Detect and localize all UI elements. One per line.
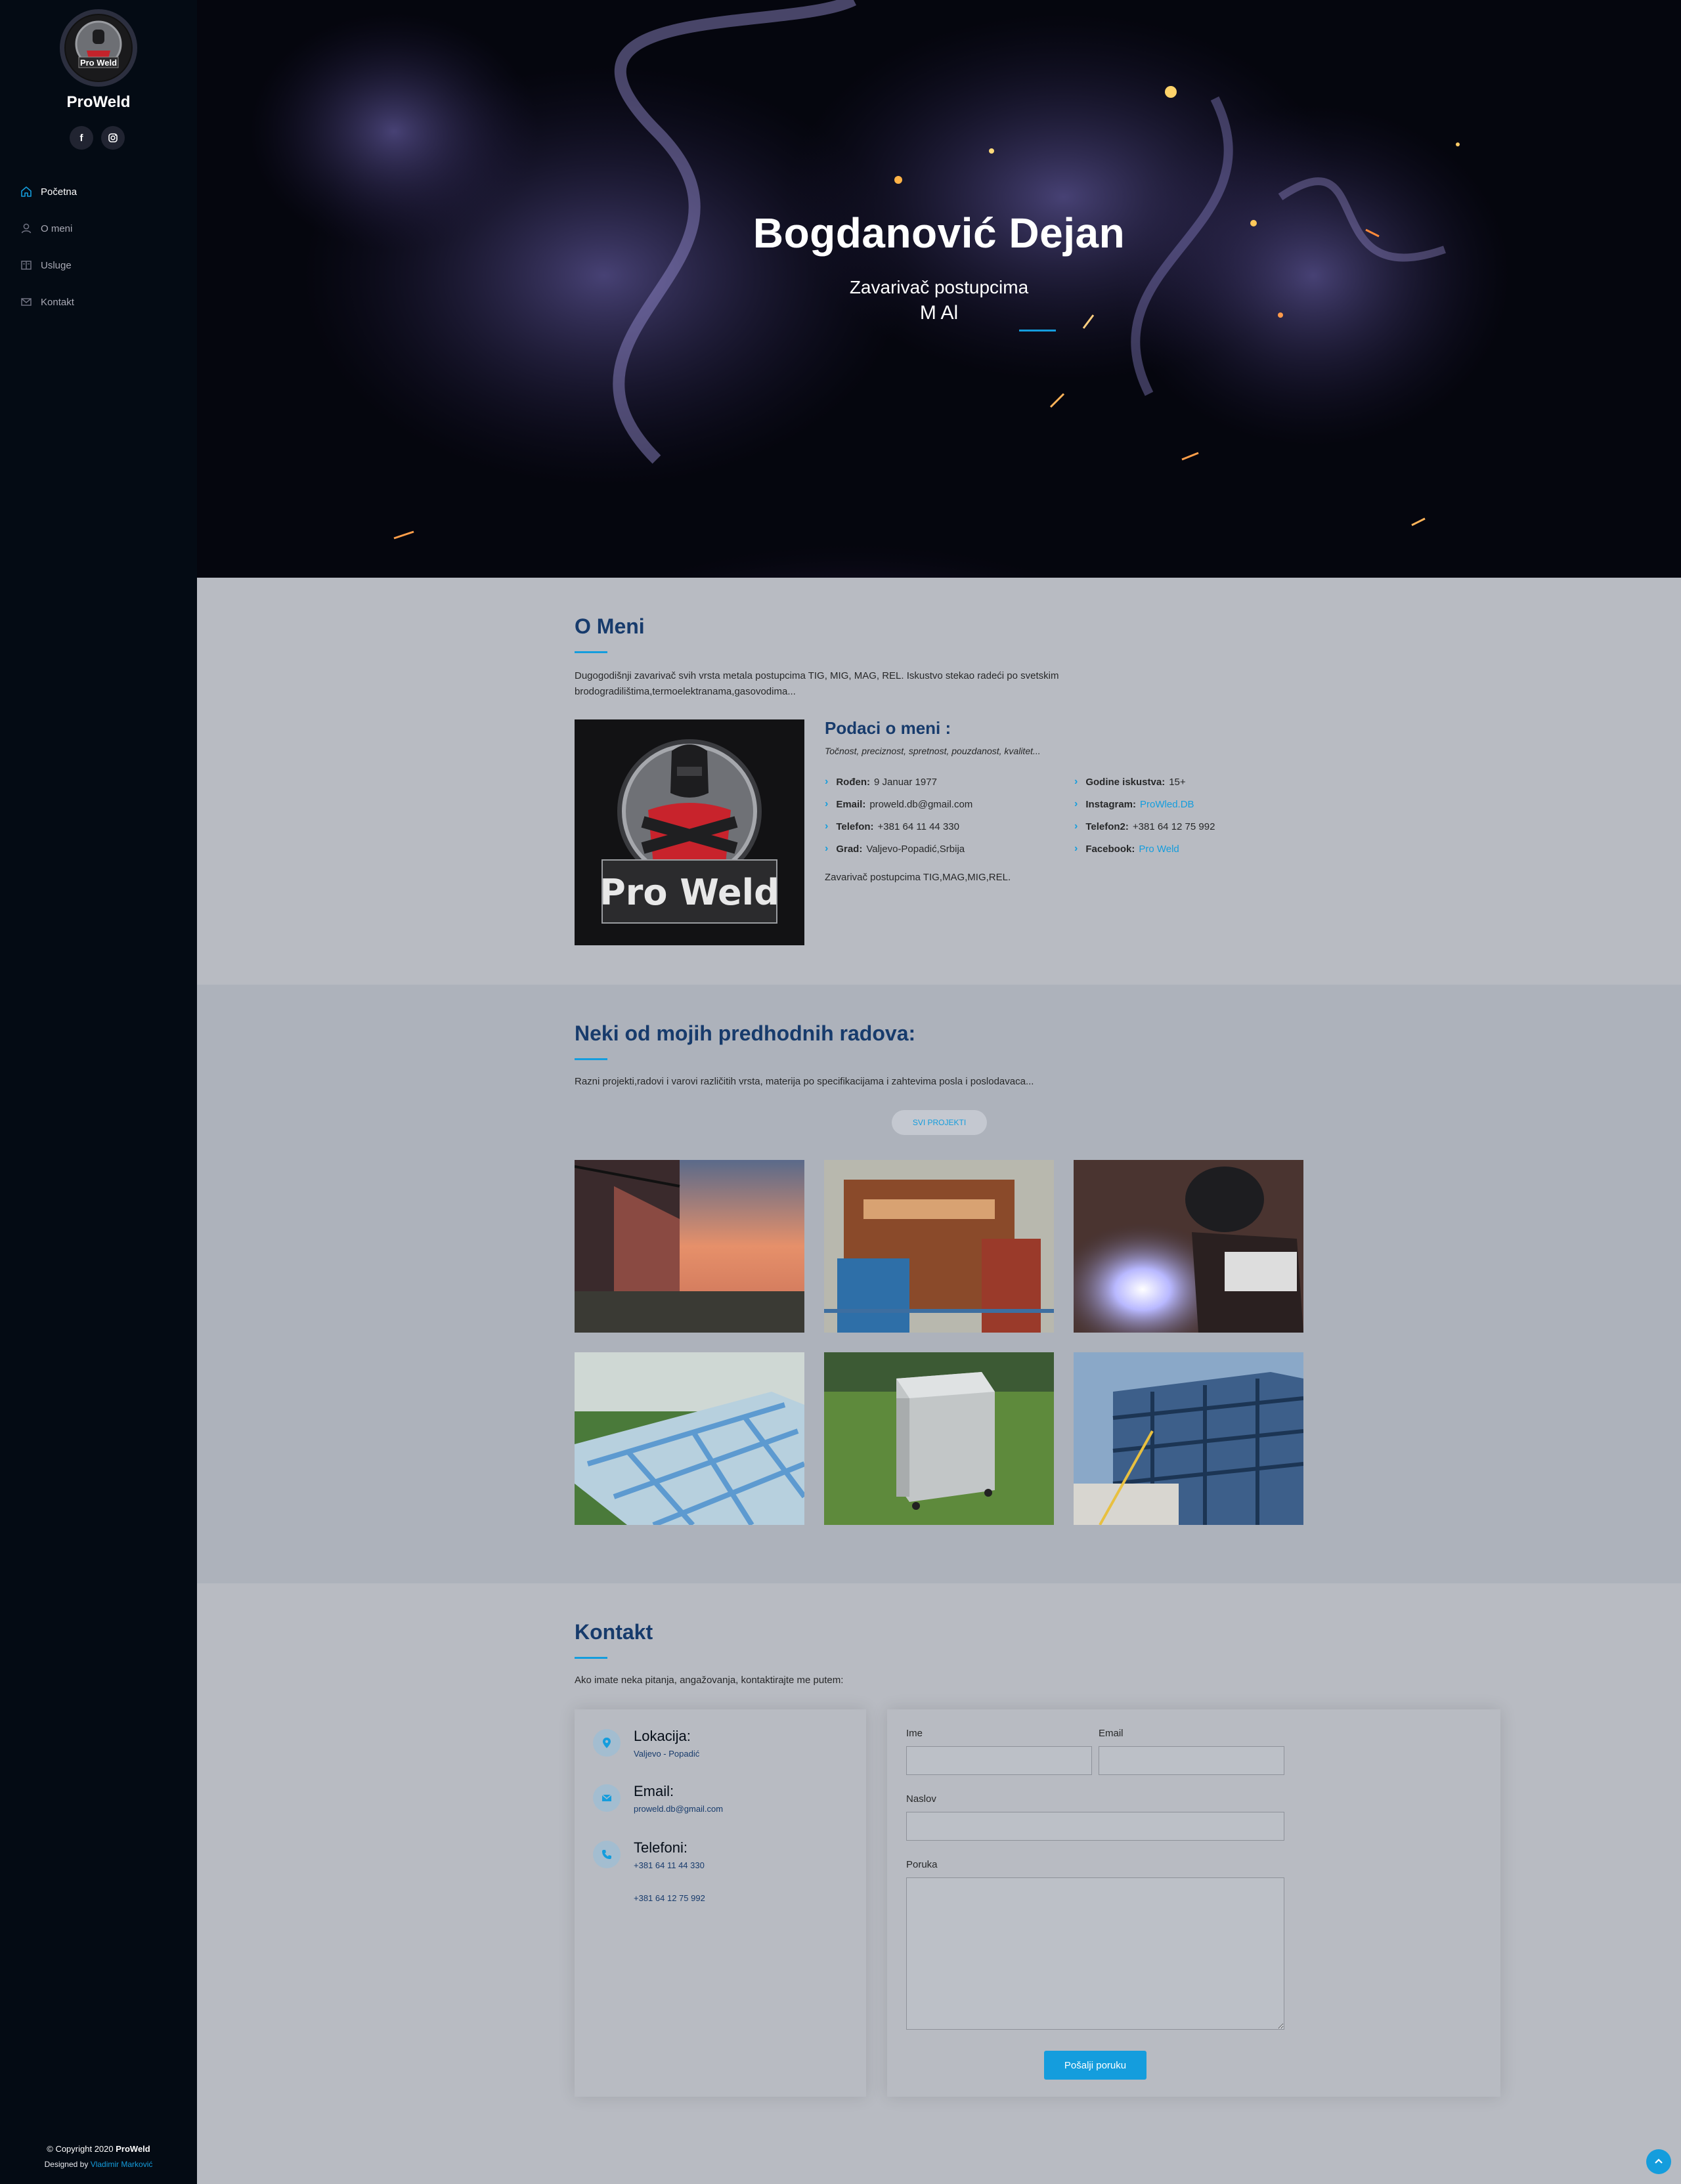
send-message-button[interactable]: Pošalji poruku — [1044, 2051, 1146, 2080]
phones-title: Telefoni: — [634, 1839, 688, 1856]
home-icon — [21, 186, 32, 197]
nav-label: Kontakt — [41, 296, 74, 308]
user-icon — [21, 223, 32, 234]
message-textarea[interactable] — [906, 1877, 1284, 2030]
portfolio-item[interactable] — [575, 1160, 804, 1333]
sidebar: Pro Weld ProWeld f Početna O meni Usluge… — [0, 0, 197, 2184]
subject-label: Naslov — [906, 1793, 936, 1805]
nav-label: Usluge — [41, 259, 72, 271]
info-item-experience: › Godine iskustva: 15+ — [1074, 776, 1186, 788]
portfolio-section: Neki od mojih predhodnih radova: Razni p… — [197, 985, 1681, 1583]
hero-typed-text: M Al — [919, 302, 959, 324]
email-label: Email — [1099, 1728, 1124, 1739]
portfolio-item[interactable] — [575, 1352, 804, 1525]
hero-subtitle: Zavarivač postupcima — [849, 277, 1029, 297]
copyright-brand: ProWeld — [116, 2144, 150, 2154]
phone1-value[interactable]: +381 64 11 44 330 — [634, 1860, 705, 1870]
designed-by: Designed by Vladimir Marković — [0, 2160, 197, 2169]
title-underline — [575, 1657, 607, 1659]
title-underline — [575, 1058, 607, 1060]
copyright-prefix: © Copyright 2020 — [47, 2144, 114, 2154]
designed-prefix: Designed by — [44, 2160, 89, 2169]
social-links: f — [70, 126, 125, 150]
nav-item-pocetna[interactable]: Početna — [20, 173, 77, 210]
info-item-phone2: › Telefon2: +381 64 12 75 992 — [1074, 821, 1215, 832]
book-icon — [21, 261, 32, 270]
about-title: O Meni — [575, 614, 645, 638]
portfolio-item[interactable] — [824, 1160, 1054, 1333]
message-label: Poruka — [906, 1859, 938, 1870]
subject-input[interactable] — [906, 1812, 1284, 1841]
envelope-icon — [593, 1784, 621, 1812]
facebook-link[interactable]: Pro Weld — [1139, 844, 1179, 855]
typed-cursor-line — [1019, 330, 1056, 332]
copyright: © Copyright 2020 ProWeld — [0, 2144, 197, 2154]
instagram-icon[interactable] — [101, 126, 125, 150]
about-section: O Meni Dugogodišnji zavarivač svih vrsta… — [197, 578, 1681, 985]
instagram-link[interactable]: ProWled.DB — [1140, 799, 1194, 810]
info-list-right: › Godine iskustva: 15+ › Instagram: ProWled.… — [1074, 771, 1215, 860]
info-item-email: › Email: proweld.db@gmail.com — [825, 798, 973, 810]
nav-item-o-meni[interactable]: O meni — [20, 210, 77, 247]
nav-item-kontakt[interactable]: Kontakt — [20, 284, 77, 320]
profile-logo[interactable]: Pro Weld — [60, 9, 137, 87]
contact-info-card: Lokacija: Valjevo - Popadić Email: prowe… — [575, 1709, 866, 2097]
nav-item-usluge[interactable]: Usluge — [20, 247, 77, 284]
title-underline — [575, 651, 607, 653]
name-label: Ime — [906, 1728, 923, 1739]
info-item-instagram: › Instagram: ProWled.DB — [1074, 798, 1194, 810]
portfolio-title: Neki od mojih predhodnih radova: — [575, 1021, 916, 1045]
phone-icon — [593, 1841, 621, 1868]
about-logo-text: Pro Weld — [600, 872, 779, 913]
main-nav: Početna O meni Usluge Kontakt — [20, 173, 77, 320]
nav-label: Početna — [41, 186, 77, 198]
name-input[interactable] — [906, 1746, 1092, 1775]
about-description: Dugogodišnji zavarivač svih vrsta metala… — [575, 670, 1059, 697]
info-item-phone: › Telefon: +381 64 11 44 330 — [825, 821, 959, 832]
contact-form: Ime Email Naslov Poruka Pošalji poruku — [887, 1709, 1500, 2097]
location-icon — [593, 1729, 621, 1757]
info-list-left: › Rođen: 9 Januar 1977 › Email: proweld.db@g… — [825, 771, 972, 860]
chevron-up-icon — [1655, 2158, 1663, 2164]
hero-title: Bogdanović Dejan — [753, 209, 1125, 257]
facebook-icon[interactable]: f — [70, 126, 93, 150]
email-title: Email: — [634, 1783, 674, 1799]
about-info-title: Podaci o meni : — [825, 718, 951, 738]
location-title: Lokacija: — [634, 1728, 691, 1744]
about-tagline: Točnost, preciznost, spretnost, pouzdano… — [825, 746, 1041, 756]
logo-text: Pro Weld — [79, 58, 118, 68]
brand-name[interactable]: ProWeld — [0, 93, 197, 112]
designer-link[interactable]: Vladimir Marković — [91, 2160, 153, 2169]
portfolio-item[interactable] — [1074, 1352, 1303, 1525]
portfolio-item[interactable] — [824, 1352, 1054, 1525]
nav-label: O meni — [41, 223, 73, 234]
info-item-born: › Rođen: 9 Januar 1977 — [825, 776, 937, 788]
phone2-value[interactable]: +381 64 12 75 992 — [634, 1893, 705, 1903]
hero: Bogdanović Dejan Zavarivač postupcima M … — [197, 0, 1681, 578]
email-input[interactable] — [1099, 1746, 1284, 1775]
info-item-facebook: › Facebook: Pro Weld — [1074, 843, 1179, 855]
all-projects-button[interactable]: SVI PROJEKTI — [892, 1110, 987, 1135]
portfolio-description: Razni projekti,radovi i varovi različiti… — [575, 1076, 1034, 1087]
back-to-top-button[interactable] — [1646, 2149, 1671, 2174]
location-value: Valjevo - Popadić — [634, 1749, 700, 1759]
info-item-city: › Grad: Valjevo-Popadić,Srbija — [825, 843, 965, 855]
portfolio-item[interactable] — [1074, 1160, 1303, 1333]
about-extra-text: Zavarivač postupcima TIG,MAG,MIG,REL. — [825, 872, 1011, 883]
envelope-icon — [21, 298, 32, 306]
contact-description: Ako imate neka pitanja, angažovanja, kon… — [575, 1675, 844, 1686]
about-logo-image: Pro Weld — [575, 719, 804, 945]
email-value[interactable]: proweld.db@gmail.com — [634, 1804, 723, 1814]
contact-title: Kontakt — [575, 1620, 653, 1644]
contact-section: Kontakt Ako imate neka pitanja, angažova… — [197, 1583, 1681, 2184]
